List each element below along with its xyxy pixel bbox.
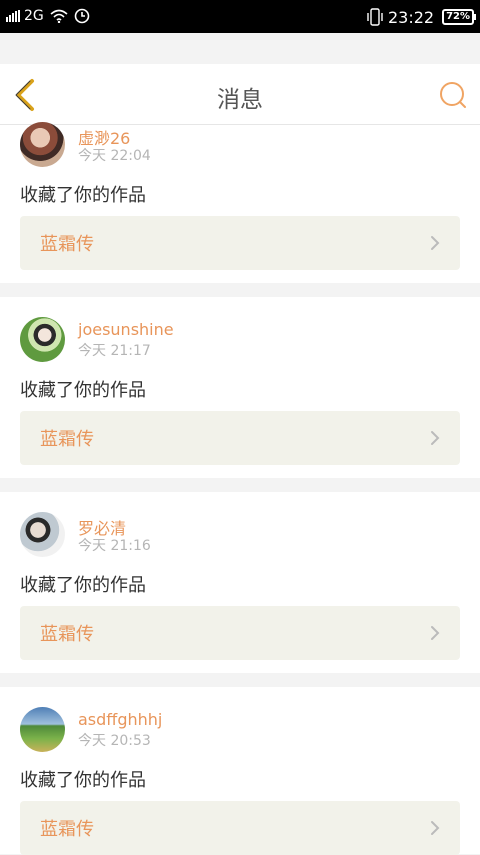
avatar[interactable] <box>20 122 65 167</box>
notification-card: joesunshine 今天 21:17 收藏了你的作品 蓝霜传 <box>0 297 480 478</box>
work-link[interactable]: 蓝霜传 <box>20 411 460 465</box>
work-title: 蓝霜传 <box>40 819 94 840</box>
timestamp: 今天 21:17 <box>78 343 151 359</box>
chevron-right-icon <box>431 236 440 250</box>
alarm-clock-icon <box>74 8 90 24</box>
page-title: 消息 <box>217 87 263 113</box>
work-title: 蓝霜传 <box>40 234 94 255</box>
avatar[interactable] <box>20 317 65 362</box>
chevron-right-icon <box>431 626 440 640</box>
notification-card: 虚渺26 今天 22:04 收藏了你的作品 蓝霜传 <box>0 122 480 283</box>
work-link[interactable]: 蓝霜传 <box>20 606 460 660</box>
timestamp: 今天 21:16 <box>78 538 151 554</box>
timestamp: 今天 22:04 <box>78 148 151 164</box>
work-link[interactable]: 蓝霜传 <box>20 216 460 270</box>
work-link[interactable]: 蓝霜传 <box>20 801 460 855</box>
username-link[interactable]: asdffghhhj <box>78 710 162 729</box>
action-text: 收藏了你的作品 <box>20 575 146 596</box>
top-nav-bar: 消息 <box>0 64 480 125</box>
vibrate-icon <box>367 8 383 26</box>
action-text: 收藏了你的作品 <box>20 380 146 401</box>
avatar[interactable] <box>20 512 65 557</box>
action-text: 收藏了你的作品 <box>20 185 146 206</box>
action-text: 收藏了你的作品 <box>20 770 146 791</box>
chevron-right-icon <box>431 821 440 835</box>
search-icon[interactable] <box>438 80 468 110</box>
signal-icon <box>6 10 21 22</box>
username-link[interactable]: joesunshine <box>78 320 174 339</box>
status-bar: 2G 23:22 72% <box>0 0 480 33</box>
network-type: 2G <box>24 8 44 24</box>
chevron-right-icon <box>431 431 440 445</box>
avatar[interactable] <box>20 707 65 752</box>
notification-card: asdffghhhj 今天 20:53 收藏了你的作品 蓝霜传 <box>0 687 480 855</box>
wifi-icon <box>50 9 68 23</box>
work-title: 蓝霜传 <box>40 429 94 450</box>
clock-time: 23:22 <box>387 7 435 27</box>
timestamp: 今天 20:53 <box>78 733 151 749</box>
battery-icon: 72% <box>442 9 476 25</box>
work-title: 蓝霜传 <box>40 624 94 645</box>
notification-card: 罗必清 今天 21:16 收藏了你的作品 蓝霜传 <box>0 492 480 673</box>
